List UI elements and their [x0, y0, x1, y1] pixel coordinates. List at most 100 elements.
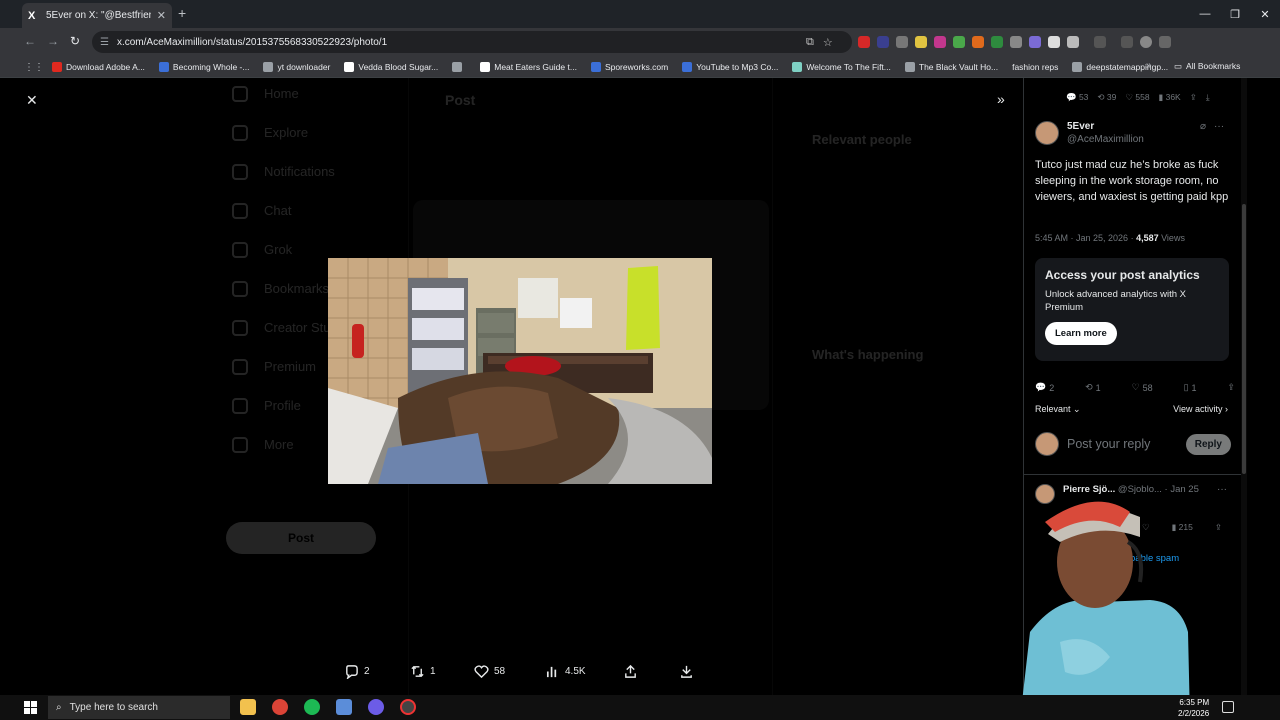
close-window-icon[interactable]: ✕: [1250, 0, 1280, 28]
sort-relevant-dropdown[interactable]: Relevant ⌄: [1035, 404, 1081, 415]
bookmark-item[interactable]: Vedda Blood Sugar...: [344, 61, 439, 72]
views-action[interactable]: 4.5K: [545, 664, 586, 679]
like-action[interactable]: 58: [474, 664, 505, 679]
likes-stat[interactable]: ♡ 58: [1132, 382, 1153, 393]
share-icon[interactable]: ⇪: [1190, 92, 1197, 103]
extension-icon[interactable]: [896, 36, 908, 48]
reply-input[interactable]: Post your reply: [1067, 437, 1178, 451]
share-icon: [625, 664, 636, 678]
bookmark-favicon-icon: [792, 61, 803, 72]
bookmark-item[interactable]: Meat Eaters Guide t...: [480, 61, 577, 72]
bookmark-item[interactable]: deepstatemappingp...: [1072, 61, 1169, 72]
windows-start-icon[interactable]: [24, 701, 37, 714]
stat-reposts[interactable]: ⟲ 39: [1097, 92, 1116, 103]
extension-icon[interactable]: [972, 36, 984, 48]
reposts-stat[interactable]: ⟲ 1: [1085, 382, 1101, 393]
extension-icon[interactable]: [934, 36, 946, 48]
taskbar-clock[interactable]: 6:35 PM 2/2/2026: [1178, 697, 1209, 719]
file-explorer-icon[interactable]: [240, 699, 256, 715]
extension-icon[interactable]: [1048, 36, 1060, 48]
bookmark-item[interactable]: Welcome To The Fift...: [792, 61, 891, 72]
browser-tab[interactable]: X 5Ever on X: "@BestfriendKick T... ✕: [22, 3, 172, 28]
close-tab-icon[interactable]: ✕: [157, 9, 166, 22]
nav-icon: [232, 202, 248, 219]
extension-icon[interactable]: [1029, 36, 1041, 48]
repost-action[interactable]: 1: [410, 664, 436, 679]
post-photo[interactable]: [328, 258, 712, 484]
background-relevant-people: Relevant people: [812, 132, 912, 147]
share-icon[interactable]: ⇪: [1227, 382, 1235, 393]
stat-views[interactable]: ▮ 36K: [1159, 92, 1181, 103]
bookmark-item[interactable]: YouTube to Mp3 Co...: [682, 61, 778, 72]
stat-likes[interactable]: ♡ 558: [1125, 92, 1149, 103]
stat-replies[interactable]: 💬 53: [1066, 92, 1088, 103]
bookmark-label: Vedda Blood Sugar...: [358, 61, 439, 72]
install-app-icon[interactable]: ⧉: [806, 36, 814, 49]
taskbar-search[interactable]: ⌕ Type here to search: [48, 696, 230, 719]
bookmarks-stat[interactable]: ▯ 1: [1184, 382, 1197, 393]
nav-icon: [232, 358, 248, 375]
background-nav-label: Home: [264, 86, 299, 101]
bookmark-item[interactable]: [452, 61, 466, 72]
back-icon[interactable]: ←: [24, 34, 36, 48]
share-icon[interactable]: ⇪: [1215, 522, 1222, 533]
bookmark-label: yt downloader: [277, 61, 331, 72]
puzzle-icon[interactable]: [1067, 36, 1079, 48]
reply-action[interactable]: 2: [344, 664, 370, 679]
all-bookmarks[interactable]: ▭ All Bookmarks: [1174, 61, 1240, 72]
bookmark-item[interactable]: fashion reps: [1012, 62, 1058, 72]
more-options-icon[interactable]: ···: [1217, 484, 1227, 495]
notification-icon[interactable]: [1222, 701, 1234, 713]
post-author[interactable]: 5Ever @AceMaximillion: [1035, 121, 1144, 145]
site-info-icon[interactable]: ☰: [100, 37, 109, 48]
more-options-icon[interactable]: ···: [1214, 121, 1224, 132]
forward-icon[interactable]: →: [47, 34, 59, 48]
extension-icon[interactable]: [858, 36, 870, 48]
new-tab-icon[interactable]: +: [178, 5, 186, 21]
learn-more-button[interactable]: Learn more: [1045, 322, 1117, 345]
discord-icon[interactable]: [368, 699, 384, 715]
replies-stat[interactable]: 💬 2: [1035, 382, 1054, 393]
scrollbar-thumb[interactable]: [1242, 204, 1246, 474]
download-icon[interactable]: ⤓: [1206, 92, 1210, 103]
bookmark-item[interactable]: Becoming Whole -...: [158, 61, 249, 72]
timestamp-text: 5:45 AM · Jan 25, 2026 ·: [1035, 233, 1137, 243]
download-action[interactable]: [679, 664, 694, 679]
profile-icon[interactable]: [1140, 36, 1152, 48]
share-action[interactable]: [623, 664, 638, 679]
extension-icon[interactable]: [877, 36, 889, 48]
minimize-icon[interactable]: —: [1190, 0, 1220, 28]
app-icon[interactable]: [336, 699, 352, 715]
reply-button[interactable]: Reply: [1185, 433, 1231, 455]
bookmark-star-icon[interactable]: ☆: [823, 36, 833, 49]
menu-icon[interactable]: [1121, 36, 1133, 48]
background-nav-label: Profile: [264, 398, 301, 413]
obs-icon[interactable]: [400, 699, 416, 715]
bookmark-item[interactable]: Sporeworks.com: [590, 61, 668, 72]
bookmark-label: The Black Vault Ho...: [918, 61, 999, 72]
bookmark-item[interactable]: The Black Vault Ho...: [904, 61, 999, 72]
sidebar-icon[interactable]: [1094, 36, 1106, 48]
spotify-icon[interactable]: [304, 699, 320, 715]
apps-grid-icon[interactable]: ⋮⋮: [24, 62, 44, 73]
bookmark-item[interactable]: Download Adobe A...: [52, 61, 145, 72]
avatar[interactable]: [1035, 121, 1059, 145]
chrome-icon[interactable]: [272, 699, 288, 715]
bookmark-label: deepstatemappingp...: [1086, 61, 1169, 72]
bookmark-item[interactable]: yt downloader: [263, 61, 331, 72]
extension-icon[interactable]: [953, 36, 965, 48]
scrollbar[interactable]: [1241, 78, 1247, 695]
collapse-panel-icon[interactable]: »: [997, 91, 1005, 107]
extension-icon[interactable]: [991, 36, 1003, 48]
reload-icon[interactable]: ↻: [70, 34, 80, 48]
view-activity-link[interactable]: View activity ›: [1173, 404, 1228, 415]
more-menu-icon[interactable]: [1159, 36, 1171, 48]
extension-icon[interactable]: [1010, 36, 1022, 48]
avatar: [1035, 432, 1059, 456]
extension-icon[interactable]: [915, 36, 927, 48]
grok-icon[interactable]: ⌀: [1200, 121, 1206, 132]
close-icon[interactable]: ✕: [26, 92, 38, 109]
more-bookmarks-icon[interactable]: »: [1146, 60, 1152, 71]
restore-icon[interactable]: ❐: [1220, 0, 1250, 28]
address-bar[interactable]: ☰ x.com/AceMaximillion/status/2015375568…: [92, 31, 852, 53]
